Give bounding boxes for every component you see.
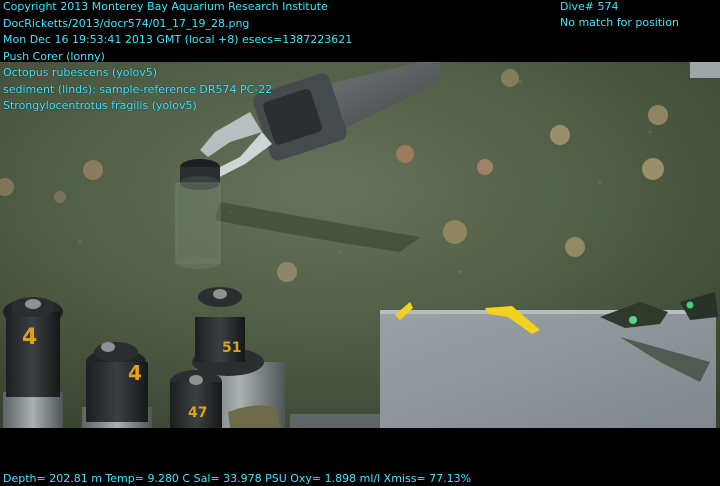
timestamp-text: Mon Dec 16 19:53:41 2013 GMT (local +8) … [3, 33, 353, 46]
tube-label: 4 [22, 325, 37, 350]
dive-number-text: Dive# 574 [560, 0, 619, 13]
video-frame: 4 4 51 47 Copyright 2013 Monterey Bay Aq… [0, 0, 720, 486]
position-status-text: No match for position [560, 16, 679, 29]
push-core-tube-icon [175, 159, 221, 269]
annotation-label: sediment (linds): sample-reference DR574… [3, 82, 273, 96]
seafloor-scene: 4 4 51 47 [0, 62, 720, 428]
tube-label: 4 [128, 361, 142, 385]
copyright-text: Copyright 2013 Monterey Bay Aquarium Res… [3, 0, 328, 13]
annotation-overlay-left: Copyright 2013 Monterey Bay Aquarium Res… [3, 0, 352, 116]
annotation-label: Octopus rubescens (yolov5) [3, 66, 158, 79]
core-tube [3, 297, 63, 428]
seafloor-illustration: 4 4 51 47 [0, 62, 720, 428]
annotation-label: Push Corer (lonny) [3, 49, 105, 63]
sensor-readout: Depth= 202.81 m Temp= 9.280 C Sal= 33.97… [3, 472, 472, 485]
image-path-text: DocRicketts/2013/docr574/01_17_19_28.png [3, 16, 250, 30]
tube-label: 51 [222, 340, 241, 356]
tube-label: 47 [188, 405, 207, 421]
annotation-overlay-right: Dive# 574 No match for position [560, 0, 679, 32]
annotation-label: Strongylocentrotus fragilis (yolov5) [3, 99, 197, 112]
